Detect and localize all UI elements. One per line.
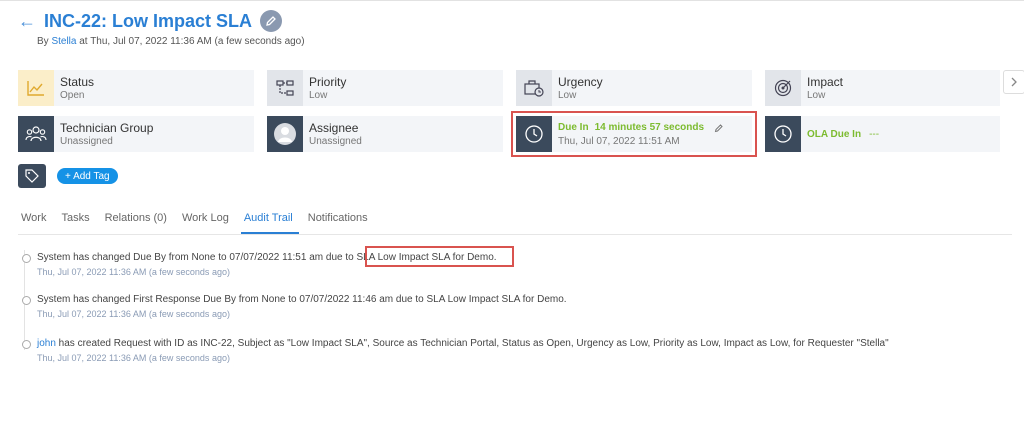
tag-button[interactable] [18, 164, 46, 188]
status-icon-box [18, 70, 54, 106]
briefcase-clock-icon [524, 80, 544, 97]
impact-icon-box [765, 70, 801, 106]
clock-icon [774, 125, 792, 143]
title-row: ← INC-22: Low Impact SLA [18, 10, 305, 32]
timeline-dot [22, 296, 31, 305]
requester-link[interactable]: Stella [51, 36, 76, 47]
status-card[interactable]: Status Open [18, 70, 254, 106]
avatar-icon [274, 123, 296, 145]
urgency-label: Urgency [558, 74, 603, 89]
by-prefix: By [37, 36, 49, 47]
audit-time: Thu, Jul 07, 2022 11:36 AM (a few second… [37, 309, 230, 319]
tab-audit-trail[interactable]: Audit Trail [240, 206, 299, 234]
ola-due-card[interactable]: OLA Due In --- [765, 116, 1000, 152]
technician-group-icon-box [18, 116, 54, 152]
tab-notifications[interactable]: Notifications [305, 206, 374, 234]
audit-text: System has changed First Response Due By… [37, 294, 567, 305]
technician-group-value: Unassigned [60, 135, 113, 147]
tab-work-log[interactable]: Work Log [179, 206, 235, 234]
created-by-line: By Stella at Thu, Jul 07, 2022 11:36 AM … [37, 36, 305, 47]
tab-relations[interactable]: Relations (0) [102, 206, 173, 234]
timeline-dot [22, 340, 31, 349]
timeline-dot [22, 254, 31, 263]
add-tag-button[interactable]: + Add Tag [57, 168, 118, 184]
users-group-icon [25, 126, 47, 142]
pencil-icon [266, 16, 276, 26]
back-arrow-icon[interactable]: ← [18, 11, 36, 31]
audit-time: Thu, Jul 07, 2022 11:36 AM (a few second… [37, 267, 230, 277]
user-link[interactable]: john [37, 338, 56, 349]
target-icon [774, 79, 792, 97]
audit-text-main: has created Request with ID as INC-22, S… [55, 338, 889, 349]
highlight-box-sla [365, 246, 514, 267]
audit-text-main: System has changed Due By from None to 0… [37, 252, 357, 263]
page-header: ← INC-22: Low Impact SLA By Stella at Th… [18, 10, 305, 47]
urgency-icon-box [516, 70, 552, 106]
page-title: INC-22: Low Impact SLA [44, 11, 253, 31]
audit-text: john has created Request with ID as INC-… [37, 338, 889, 350]
tab-tasks[interactable]: Tasks [58, 206, 95, 234]
priority-card[interactable]: Priority Low [267, 70, 503, 106]
highlight-box-due [511, 111, 757, 157]
technician-group-label: Technician Group [60, 120, 154, 135]
urgency-value: Low [558, 89, 577, 101]
tab-bar: Work Tasks Relations (0) Work Log Audit … [18, 206, 1012, 235]
priority-label: Priority [309, 74, 347, 89]
hierarchy-icon [276, 80, 294, 96]
assignee-card[interactable]: Assignee Unassigned [267, 116, 503, 152]
impact-label: Impact [807, 74, 844, 89]
ola-icon-box [765, 116, 801, 152]
scroll-right-button[interactable] [1003, 70, 1024, 94]
impact-card[interactable]: Impact Low [765, 70, 1000, 106]
tab-work[interactable]: Work [18, 206, 52, 234]
assignee-value: Unassigned [309, 135, 362, 147]
urgency-card[interactable]: Urgency Low [516, 70, 752, 106]
top-divider [0, 0, 1024, 1]
line-chart-icon [27, 81, 44, 96]
created-time: at Thu, Jul 07, 2022 11:36 AM (a few sec… [79, 36, 305, 47]
impact-value: Low [807, 89, 826, 101]
audit-time: Thu, Jul 07, 2022 11:36 AM (a few second… [37, 353, 230, 363]
status-label: Status [60, 74, 95, 89]
tag-icon [25, 169, 39, 183]
assignee-icon-box [267, 116, 303, 152]
ola-due-label: OLA Due In [807, 128, 862, 140]
edit-title-button[interactable] [260, 10, 283, 32]
chevron-right-icon [1011, 77, 1017, 87]
assignee-label: Assignee [309, 120, 359, 135]
technician-group-card[interactable]: Technician Group Unassigned [18, 116, 254, 152]
priority-icon-box [267, 70, 303, 106]
priority-value: Low [309, 89, 328, 101]
status-value: Open [60, 89, 85, 101]
ola-due-value: --- [869, 128, 880, 140]
